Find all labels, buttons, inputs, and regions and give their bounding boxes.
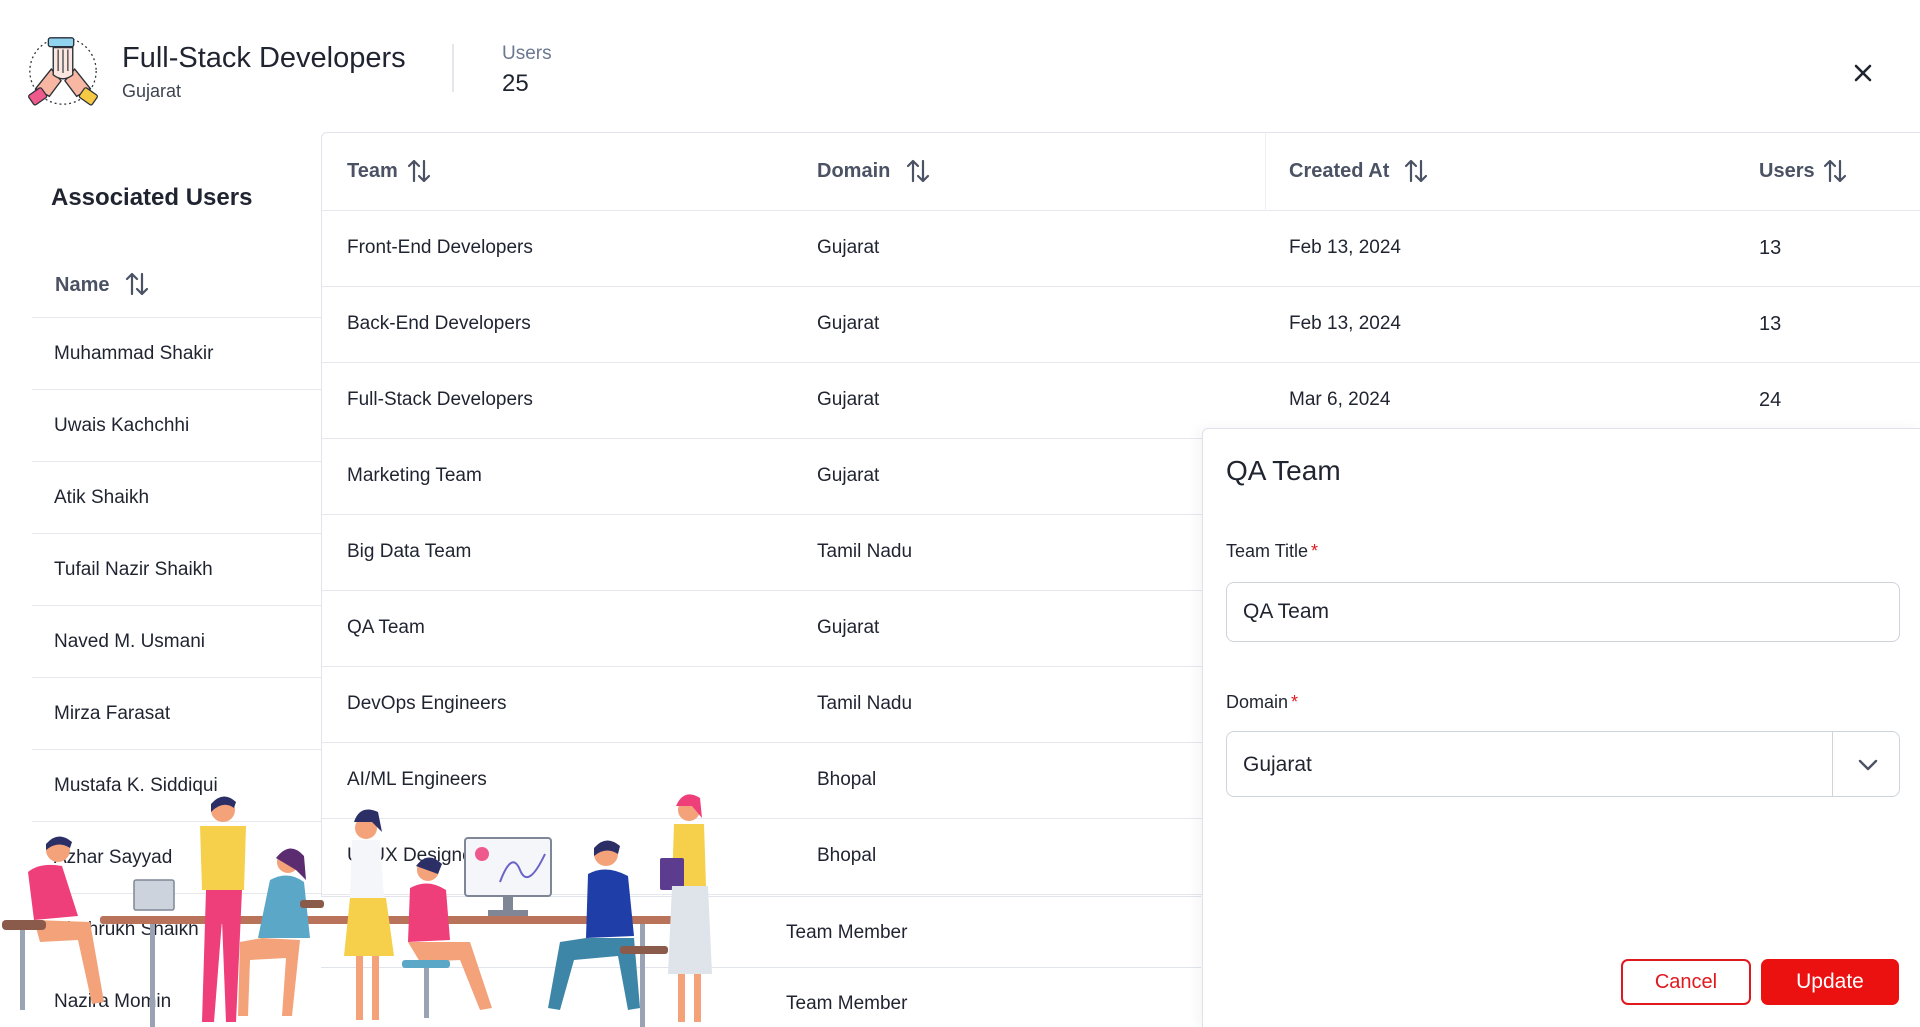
team-cell: Marketing Team [347, 465, 482, 486]
team-cell: AI/ML Engineers [347, 769, 487, 790]
sort-icon[interactable] [1822, 157, 1848, 185]
user-name: Uwais Kachchhi [54, 415, 190, 436]
user-name: Shahrukh Shaikh [54, 919, 199, 940]
user-name: Atik Shaikh [54, 487, 150, 508]
users-cell: 24 [1759, 389, 1782, 411]
table-row[interactable]: Front-End Developers Gujarat Feb 13, 202… [322, 211, 1920, 287]
list-item[interactable]: Shahrukh Shaikh [32, 894, 332, 966]
associated-users-header: Name [32, 250, 332, 318]
table-header: Team Domain Created At Users [322, 133, 1920, 211]
team-cell: Back-End Developers [347, 313, 531, 334]
user-name: Mustafa K. Siddiqui [54, 775, 218, 796]
role-row: Team Member [321, 896, 1201, 968]
team-title-input[interactable] [1226, 582, 1900, 642]
team-cell: Full-Stack Developers [347, 389, 533, 410]
sort-icon[interactable] [1403, 157, 1429, 185]
domain-cell: Gujarat [817, 389, 880, 410]
associated-users-title: Associated Users [51, 184, 253, 211]
team-column-header[interactable]: Team [347, 160, 398, 183]
page-title: Full-Stack Developers [122, 42, 406, 74]
sort-icon[interactable] [406, 157, 432, 185]
team-cell: QA Team [347, 617, 425, 638]
domain-cell: Gujarat [817, 465, 880, 486]
created-column-header[interactable]: Created At [1289, 160, 1389, 183]
list-item[interactable]: Naved M. Usmani [32, 606, 332, 678]
domain-cell: Bhopal [817, 845, 877, 866]
close-icon[interactable] [1846, 56, 1880, 90]
domain-cell: Tamil Nadu [817, 693, 913, 714]
list-item[interactable]: Mirza Farasat [32, 678, 332, 750]
team-cell: Front-End Developers [347, 237, 533, 258]
list-item[interactable]: Tufail Nazir Shaikh [32, 534, 332, 606]
cancel-button[interactable]: Cancel [1621, 959, 1751, 1005]
domain-label: Domain * [1226, 692, 1298, 713]
user-name: Tufail Nazir Shaikh [54, 559, 213, 580]
domain-cell: Gujarat [817, 237, 880, 258]
team-hands-icon [28, 37, 98, 106]
domain-cell: Bhopal [817, 769, 877, 790]
list-item[interactable]: Muhammad Shakir [32, 318, 332, 390]
role-row: Team Member [321, 967, 1201, 1027]
team-title-label-text: Team Title [1226, 541, 1309, 561]
column-divider [1265, 133, 1266, 211]
domain-cell: Gujarat [817, 617, 880, 638]
select-divider [1832, 732, 1833, 796]
domain-select[interactable]: Gujarat [1226, 731, 1900, 797]
table-row[interactable]: Back-End Developers Gujarat Feb 13, 2024… [322, 287, 1920, 363]
sort-icon[interactable] [124, 270, 150, 298]
list-item[interactable]: Atik Shaikh [32, 462, 332, 534]
user-name: Azhar Sayyad [54, 847, 173, 868]
domain-cell: Gujarat [817, 313, 880, 334]
page-subtitle: Gujarat [122, 81, 182, 101]
associated-users-panel: Associated Users Name Muhammad Shakir Uw… [32, 132, 332, 1027]
users-count-label: Users [502, 43, 552, 64]
team-title-label: Team Title * [1226, 541, 1318, 562]
list-item[interactable]: Nazira Momin [32, 966, 332, 1027]
role-cell: Team Member [786, 993, 908, 1014]
created-cell: Mar 6, 2024 [1289, 389, 1391, 410]
users-cell: 13 [1759, 313, 1782, 335]
update-button[interactable]: Update [1761, 959, 1899, 1005]
created-cell: Feb 13, 2024 [1289, 313, 1401, 334]
required-mark: * [1311, 541, 1319, 561]
page-header: Full-Stack Developers Gujarat Users 25 [0, 0, 1920, 130]
user-name: Nazira Momin [54, 991, 172, 1012]
team-cell: UI/UX Designers [347, 845, 489, 866]
header-divider [452, 44, 454, 92]
domain-column-header[interactable]: Domain [817, 160, 890, 183]
created-cell: Feb 13, 2024 [1289, 237, 1401, 258]
role-cell: Team Member [786, 922, 908, 943]
list-item[interactable]: Mustafa K. Siddiqui [32, 750, 332, 822]
domain-cell: Tamil Nadu [817, 541, 913, 562]
domain-select-value: Gujarat [1243, 753, 1312, 776]
users-column-header[interactable]: Users [1759, 160, 1815, 183]
edit-panel-title: QA Team [1226, 455, 1341, 486]
user-name: Naved M. Usmani [54, 631, 205, 652]
team-cell: DevOps Engineers [347, 693, 507, 714]
edit-team-panel: QA Team Team Title* Domain* Gujarat Canc… [1202, 428, 1920, 1027]
list-item[interactable]: Uwais Kachchhi [32, 390, 332, 462]
users-cell: 13 [1759, 237, 1782, 259]
domain-label-text: Domain [1226, 692, 1289, 712]
chevron-down-icon[interactable] [1855, 752, 1881, 778]
required-mark: * [1291, 692, 1299, 712]
team-cell: Big Data Team [347, 541, 472, 562]
name-column-header[interactable]: Name [55, 274, 109, 297]
users-count-value: 25 [502, 70, 529, 97]
user-name: Mirza Farasat [54, 703, 171, 724]
user-name: Muhammad Shakir [54, 343, 214, 364]
sort-icon[interactable] [905, 157, 931, 185]
list-item[interactable]: Azhar Sayyad [32, 822, 332, 894]
